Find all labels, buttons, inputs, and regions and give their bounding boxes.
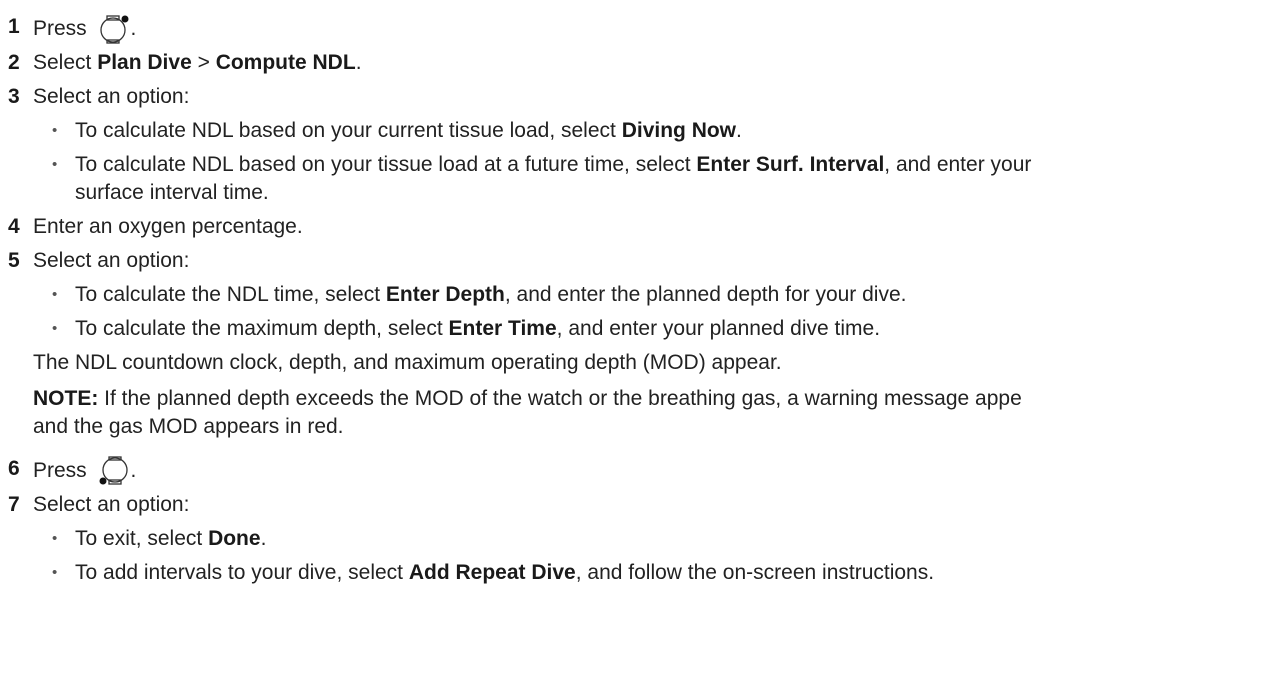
watch-button-bottom-left-icon — [97, 456, 131, 493]
step-number: 3 — [8, 85, 20, 108]
step-number: 5 — [8, 249, 20, 272]
step-number: 6 — [8, 457, 20, 480]
note-label: NOTE: — [33, 387, 99, 410]
watch-button-top-right-icon — [97, 14, 131, 51]
bullet-icon: • — [52, 320, 58, 337]
menu-plan-dive: Plan Dive — [97, 51, 192, 74]
menu-compute-ndl: Compute NDL — [215, 51, 356, 74]
step-text: Press — [33, 17, 87, 40]
step-text: Select an option: — [33, 85, 190, 108]
step-text: Select an option: — [33, 249, 190, 272]
bullet-icon: • — [52, 530, 58, 547]
instruction-document: 1 Press . 2 Select Plan Dive > Compute N… — [8, 14, 1032, 584]
bullet-icon: • — [52, 286, 58, 303]
step-number: 2 — [8, 51, 20, 74]
step-number: 1 — [8, 15, 20, 38]
bullet-icon: • — [52, 156, 58, 173]
bullet-icon: • — [52, 564, 58, 581]
bullet-icon: • — [52, 122, 58, 139]
step-text: Enter an oxygen percentage. — [33, 215, 303, 238]
step-text: Select an option: — [33, 493, 190, 516]
step-text: Press — [33, 459, 87, 482]
step-number: 4 — [8, 215, 20, 238]
step-number: 7 — [8, 493, 20, 516]
